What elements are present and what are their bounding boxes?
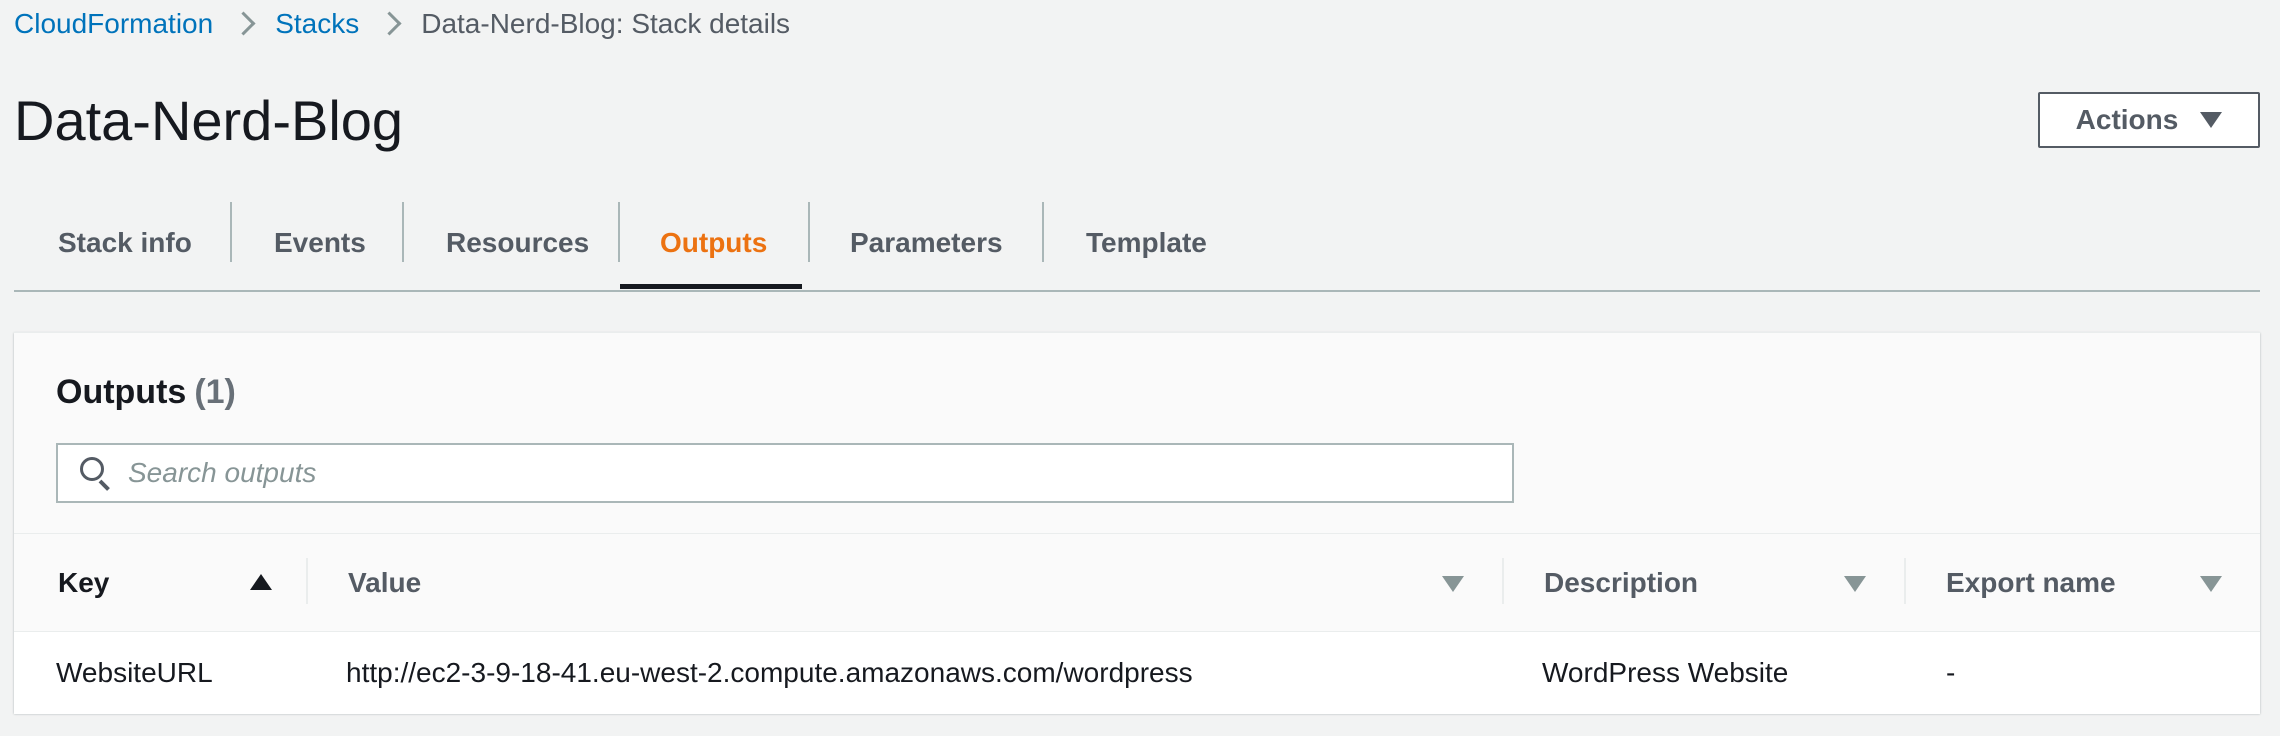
tab-parameters[interactable]: Parameters <box>850 196 1003 290</box>
tab-divider <box>808 202 810 262</box>
tab-label: Parameters <box>850 227 1003 258</box>
chevron-right-icon <box>381 4 399 44</box>
tab-outputs[interactable]: Outputs <box>660 196 767 290</box>
outputs-header: Outputs (1) <box>56 373 236 412</box>
breadcrumb: CloudFormation Stacks Data-Nerd-Blog: St… <box>14 4 790 44</box>
cell-export-name: - <box>1946 657 1956 688</box>
tab-divider <box>1042 202 1044 262</box>
table-row: WebsiteURL http://ec2-3-9-18-41.eu-west-… <box>14 631 2260 714</box>
tab-bar: Stack info Events Resources Outputs Para… <box>14 196 2260 292</box>
outputs-title: Outputs <box>56 373 187 411</box>
cell-description: WordPress Website <box>1542 657 1789 688</box>
column-header-value[interactable]: Value <box>348 534 421 632</box>
cell-key: WebsiteURL <box>56 657 213 688</box>
actions-button[interactable]: Actions <box>2038 92 2260 148</box>
tab-resources[interactable]: Resources <box>446 196 589 290</box>
column-header-export-name[interactable]: Export name <box>1946 534 2116 632</box>
tab-template[interactable]: Template <box>1086 196 1207 290</box>
tab-events[interactable]: Events <box>274 196 366 290</box>
tab-label: Resources <box>446 227 590 258</box>
search-icon <box>76 453 116 493</box>
tab-label: Events <box>274 227 366 258</box>
page-title: Data-Nerd-Blog <box>14 89 404 152</box>
outputs-panel: Outputs(1) Key Value Description Export … <box>14 332 2260 714</box>
caret-down-icon <box>2200 112 2223 128</box>
column-divider[interactable] <box>1502 558 1504 604</box>
tab-divider <box>618 202 620 262</box>
tab-label: Stack info <box>58 227 192 258</box>
tab-stack-info[interactable]: Stack info <box>58 196 192 290</box>
tab-divider <box>230 202 232 262</box>
tab-label: Outputs <box>660 227 768 258</box>
actions-button-label: Actions <box>2075 104 2179 135</box>
sort-icon[interactable] <box>1442 576 1464 592</box>
tab-divider <box>402 202 404 262</box>
sort-icon[interactable] <box>2200 576 2222 592</box>
breadcrumb-cloudformation-link[interactable]: CloudFormation <box>14 8 213 40</box>
column-header-description[interactable]: Description <box>1544 534 1698 632</box>
active-tab-indicator <box>620 284 802 289</box>
cell-value: http://ec2-3-9-18-41.eu-west-2.compute.a… <box>346 657 1193 688</box>
tab-label: Template <box>1086 227 1207 258</box>
breadcrumb-stacks-link[interactable]: Stacks <box>275 8 359 40</box>
search-box <box>56 443 1514 503</box>
outputs-count: (1) <box>194 373 236 411</box>
column-header-key[interactable]: Key <box>58 534 109 632</box>
column-divider[interactable] <box>306 558 308 604</box>
table-header: Key Value Description Export name <box>14 533 2260 632</box>
sort-icon[interactable] <box>1844 576 1866 592</box>
chevron-right-icon <box>235 4 253 44</box>
breadcrumb-current: Data-Nerd-Blog: Stack details <box>421 8 791 39</box>
search-input[interactable] <box>126 456 1490 490</box>
column-divider[interactable] <box>1904 558 1906 604</box>
sort-ascending-icon[interactable] <box>250 574 272 590</box>
